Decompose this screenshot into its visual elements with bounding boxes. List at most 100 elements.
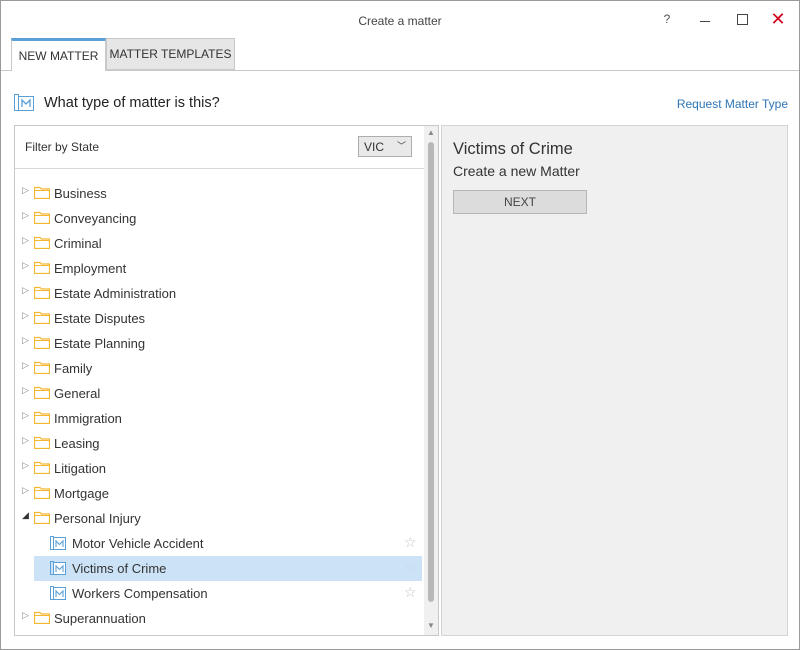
folder-icon: [33, 311, 51, 325]
expand-arrow-icon[interactable]: ▷: [22, 285, 29, 296]
scroll-up-icon[interactable]: ▲: [427, 128, 435, 137]
matter-type-icon: [14, 94, 34, 111]
tab-new-matter[interactable]: NEW MATTER: [11, 38, 106, 71]
tree-category[interactable]: ▷ Superannuation: [15, 606, 424, 631]
matter-type-icon: [50, 561, 66, 575]
expand-arrow-icon[interactable]: ▷: [22, 210, 29, 221]
expand-arrow-icon[interactable]: ▷: [22, 185, 29, 196]
tree-matter-type[interactable]: Victims of Crime ☆: [34, 556, 422, 581]
category-label: Employment: [54, 261, 127, 276]
page-question: What type of matter is this?: [44, 95, 220, 111]
minimize-icon: [700, 20, 710, 22]
folder-icon: [33, 411, 51, 425]
tree-matter-type[interactable]: Workers Compensation ☆: [15, 581, 424, 606]
tab-bar: NEW MATTER MATTER TEMPLATES: [1, 37, 799, 71]
category-label: Litigation: [54, 461, 107, 476]
tab-matter-templates[interactable]: MATTER TEMPLATES: [106, 38, 235, 70]
folder-icon: [33, 461, 51, 475]
tree-category[interactable]: ▷ Estate Administration: [15, 281, 424, 306]
matter-type-panel: Filter by State VIC ﹀ ▷ Business ▷ Conveyan…: [14, 125, 439, 636]
next-button[interactable]: NEXT: [453, 190, 587, 214]
tree-category[interactable]: ▷ Criminal: [15, 231, 424, 256]
folder-icon: [33, 261, 51, 275]
folder-icon: [33, 336, 51, 350]
expand-arrow-icon[interactable]: ▷: [22, 410, 29, 421]
detail-subtitle: Create a new Matter: [453, 163, 580, 179]
tree-category[interactable]: ▷ Immigration: [15, 406, 424, 431]
collapse-arrow-icon[interactable]: ◢: [22, 510, 29, 521]
close-icon: ✕: [770, 8, 786, 29]
expand-arrow-icon[interactable]: ▷: [22, 260, 29, 271]
matter-type-label: Victims of Crime: [72, 561, 167, 576]
close-button[interactable]: ✕: [764, 9, 792, 29]
category-label: General: [54, 386, 101, 401]
favorite-star-icon[interactable]: ☆: [404, 534, 417, 551]
category-label: Business: [54, 186, 107, 201]
filter-row: Filter by State VIC ﹀: [15, 126, 424, 169]
request-matter-type-link[interactable]: Request Matter Type: [677, 97, 788, 111]
expand-arrow-icon[interactable]: ▷: [22, 235, 29, 246]
folder-icon: [33, 611, 51, 625]
matter-type-icon: [50, 536, 66, 550]
expand-arrow-icon[interactable]: ▷: [22, 310, 29, 321]
expand-arrow-icon[interactable]: ▷: [22, 435, 29, 446]
expand-arrow-icon[interactable]: ▷: [22, 460, 29, 471]
tree-category[interactable]: ◢ Personal Injury: [15, 506, 424, 531]
tree-category[interactable]: ▷ General: [15, 381, 424, 406]
category-label: Criminal: [54, 236, 102, 251]
category-label: Conveyancing: [54, 211, 137, 226]
category-label: Mortgage: [54, 486, 109, 501]
expand-arrow-icon[interactable]: ▷: [22, 335, 29, 346]
category-label: Estate Planning: [54, 336, 146, 351]
folder-icon: [33, 486, 51, 500]
favorite-star-icon[interactable]: ☆: [404, 584, 417, 601]
filter-by-state-label: Filter by State: [25, 140, 100, 154]
category-label: Leasing: [54, 436, 100, 451]
tree-category[interactable]: ▷ Litigation: [15, 456, 424, 481]
tree-category[interactable]: ▷ Estate Disputes: [15, 306, 424, 331]
category-label: Superannuation: [54, 611, 146, 626]
scroll-down-icon[interactable]: ▼: [427, 621, 435, 630]
folder-icon: [33, 436, 51, 450]
folder-icon: [33, 386, 51, 400]
category-label: Immigration: [54, 411, 122, 426]
create-matter-window: Create a matter ? ✕ NEW MATTER MATTER TE…: [0, 0, 800, 650]
matter-type-tree: ▷ Business ▷ Conveyancing ▷ Criminal ▷ Employme…: [15, 181, 424, 631]
expand-arrow-icon[interactable]: ▷: [22, 385, 29, 396]
category-label: Estate Disputes: [54, 311, 146, 326]
tree-scrollbar[interactable]: ▲ ▼: [424, 126, 438, 635]
matter-type-icon: [50, 586, 66, 600]
tree-category[interactable]: ▷ Estate Planning: [15, 331, 424, 356]
scrollbar-thumb[interactable]: [428, 142, 434, 602]
help-button[interactable]: ?: [653, 9, 681, 29]
title-bar: Create a matter ? ✕: [1, 1, 799, 37]
folder-icon: [33, 361, 51, 375]
tree-matter-type[interactable]: Motor Vehicle Accident ☆: [15, 531, 424, 556]
tree-category[interactable]: ▷ Conveyancing: [15, 206, 424, 231]
folder-icon: [33, 286, 51, 300]
expand-arrow-icon[interactable]: ▷: [22, 485, 29, 496]
expand-arrow-icon[interactable]: ▷: [22, 610, 29, 621]
matter-type-label: Motor Vehicle Accident: [72, 536, 204, 551]
expand-arrow-icon[interactable]: ▷: [22, 360, 29, 371]
tree-category[interactable]: ▷ Employment: [15, 256, 424, 281]
matter-type-label: Workers Compensation: [72, 586, 208, 601]
favorite-star-icon[interactable]: ☆: [404, 559, 417, 576]
category-label: Family: [54, 361, 93, 376]
tree-category[interactable]: ▷ Family: [15, 356, 424, 381]
category-label: Personal Injury: [54, 511, 141, 526]
maximize-button[interactable]: [728, 9, 756, 29]
chevron-down-icon: ﹀: [396, 141, 406, 151]
state-select-value: VIC: [364, 139, 385, 154]
tree-category[interactable]: ▷ Business: [15, 181, 424, 206]
tree-category[interactable]: ▷ Leasing: [15, 431, 424, 456]
folder-icon: [33, 186, 51, 200]
maximize-icon: [736, 13, 748, 25]
folder-icon: [33, 211, 51, 225]
minimize-button[interactable]: [691, 9, 719, 29]
folder-icon: [33, 236, 51, 250]
state-select[interactable]: VIC ﹀: [358, 136, 412, 157]
tree-category[interactable]: ▷ Mortgage: [15, 481, 424, 506]
folder-icon: [33, 511, 51, 525]
detail-title: Victims of Crime: [453, 140, 573, 158]
